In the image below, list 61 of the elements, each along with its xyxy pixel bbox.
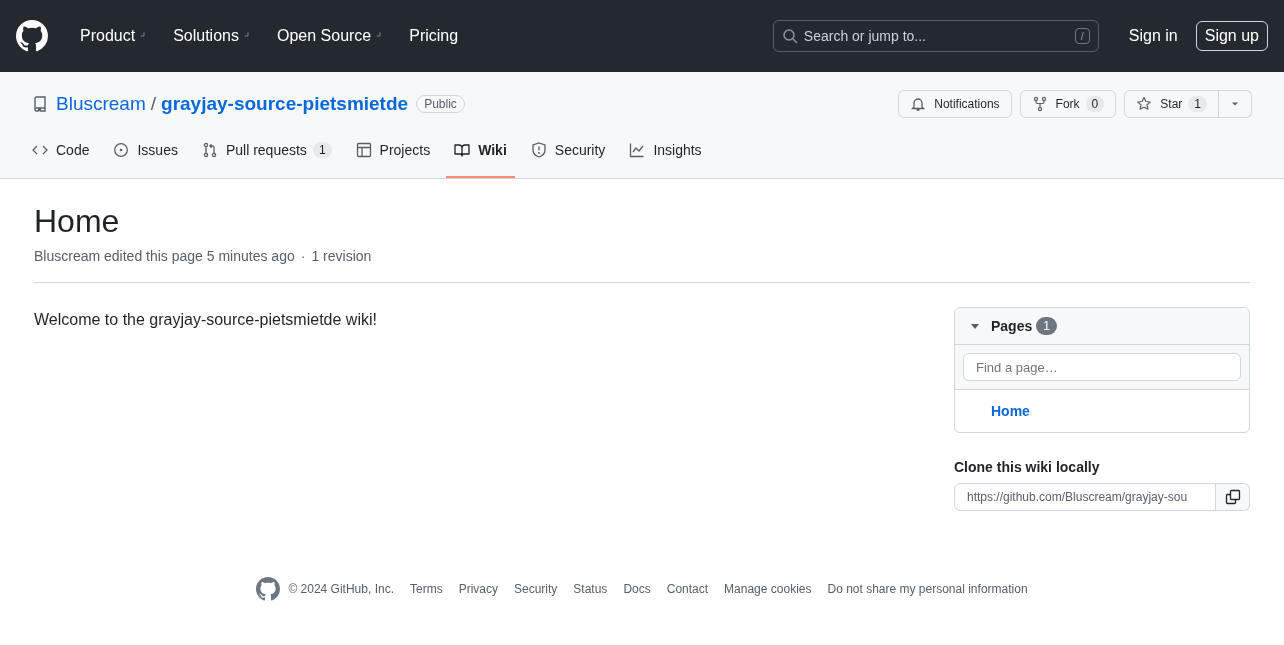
graph-icon xyxy=(629,142,646,158)
nav-tab[interactable]: Issues xyxy=(105,134,186,178)
github-logo-icon xyxy=(16,20,48,52)
nav-tab[interactable]: Security xyxy=(522,134,614,178)
clone-url-field[interactable]: https://github.com/Bluscream/grayjay-sou xyxy=(954,483,1216,511)
nav-tab[interactable]: Code xyxy=(24,134,98,178)
pages-count: 1 xyxy=(1036,317,1057,335)
star-icon xyxy=(1136,96,1153,112)
nav-menu-item[interactable]: Solutions xyxy=(165,27,261,45)
nav-tab[interactable]: Pull requests 1 xyxy=(193,134,340,178)
edit-info: Bluscream edited this page 5 minutes ago xyxy=(34,248,295,264)
footer-link[interactable]: Status xyxy=(573,582,608,596)
page-title: Home xyxy=(34,203,121,240)
owner-link[interactable]: Bluscream xyxy=(56,93,146,115)
pages-title: Pages xyxy=(991,318,1033,334)
shield-icon xyxy=(530,142,547,158)
pages-header[interactable]: Pages 1 xyxy=(955,308,1249,345)
counter: 0 xyxy=(1085,96,1105,112)
clone-title: Clone this wiki locally xyxy=(954,459,1101,475)
star-button[interactable]: Star 1 xyxy=(1124,90,1219,118)
search-icon xyxy=(781,28,798,44)
notifications-button[interactable]: Notifications xyxy=(898,90,1012,118)
nav-menu-item[interactable]: Pricing xyxy=(401,27,467,45)
footer-link[interactable]: Terms xyxy=(409,582,443,596)
counter: 1 xyxy=(1188,96,1207,112)
nav-tab[interactable]: Insights xyxy=(621,134,710,178)
footer-link[interactable]: Privacy xyxy=(458,582,498,596)
sign-up-button[interactable]: Sign up xyxy=(1195,21,1268,51)
copy-icon xyxy=(1224,489,1241,505)
repo-name-link[interactable]: grayjay-source-pietsmietde xyxy=(161,93,409,115)
wiki-text: Welcome to the grayjay-source-pietsmietde wiki! xyxy=(34,311,377,330)
issue-icon xyxy=(113,142,130,158)
search-field[interactable]: Search or jump to... / xyxy=(772,20,1099,52)
footer-link[interactable]: Security xyxy=(514,582,558,596)
github-logo-icon xyxy=(256,577,281,601)
search-placeholder: Search or jump to... xyxy=(803,28,927,44)
counter: 1 xyxy=(312,142,332,158)
nav-menu-item[interactable]: Open Source xyxy=(268,27,394,45)
path-separator: / xyxy=(150,93,157,115)
footer-link[interactable]: Docs xyxy=(623,582,651,596)
shortcut-key: / xyxy=(1074,28,1090,44)
page-link[interactable]: Home xyxy=(991,403,1030,419)
fork-button[interactable]: Fork 0 xyxy=(1019,90,1117,118)
revisions-link[interactable]: 1 revision xyxy=(311,248,372,264)
separator-dot: · xyxy=(300,248,306,264)
fork-icon xyxy=(1031,96,1048,112)
pull-request-icon xyxy=(201,142,218,158)
nav-menu-item[interactable]: Product xyxy=(72,27,158,45)
footer-link[interactable]: Do not share my personal information xyxy=(827,582,1028,596)
book-icon xyxy=(454,142,471,158)
nav-tab[interactable]: Wiki xyxy=(446,134,515,178)
nav-tab[interactable]: Projects xyxy=(347,134,439,178)
copyright-text: © 2024 GitHub, Inc. xyxy=(288,582,394,596)
footer-link[interactable]: Contact xyxy=(666,582,709,596)
bell-icon xyxy=(910,96,927,112)
footer-link[interactable]: Manage cookies xyxy=(724,582,812,596)
table-icon xyxy=(355,142,372,158)
page-filter-field[interactable]: Find a page… xyxy=(963,353,1241,381)
copy-button[interactable] xyxy=(1216,483,1250,511)
repo-icon xyxy=(32,96,48,112)
sign-in-link[interactable]: Sign in xyxy=(1122,26,1184,46)
